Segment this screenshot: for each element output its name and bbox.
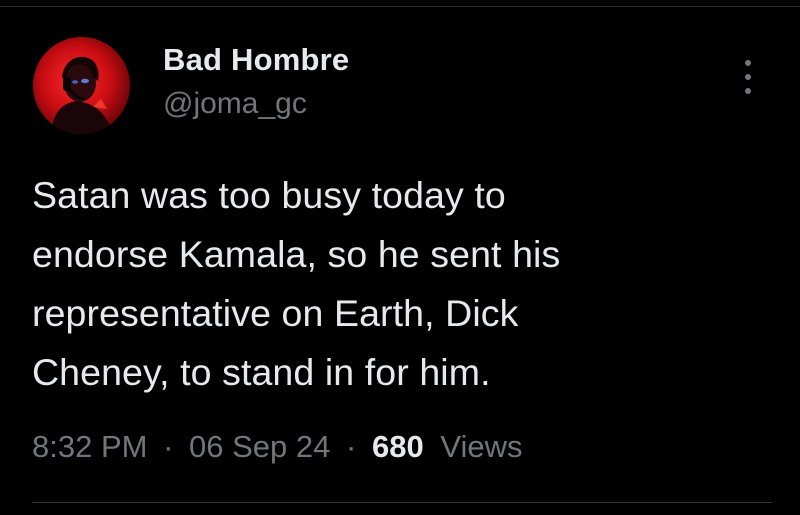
meta-separator: · bbox=[346, 429, 357, 464]
profile-avatar-icon bbox=[51, 56, 113, 134]
bottom-divider bbox=[32, 502, 772, 503]
author-handle[interactable]: @joma_gc bbox=[163, 87, 307, 121]
more-options-icon-dot bbox=[745, 74, 751, 80]
tweet-text-line: endorse Kamala, so he sent his bbox=[32, 233, 561, 275]
meta-separator: · bbox=[163, 429, 174, 464]
author-display-name[interactable]: Bad Hombre bbox=[163, 42, 349, 78]
tweet-time[interactable]: 8:32 PM bbox=[32, 429, 147, 464]
tweet-text-line: Satan was too busy today to bbox=[32, 174, 506, 216]
tweet-text-line: Cheney, to stand in for him. bbox=[32, 351, 491, 393]
more-options-icon bbox=[745, 60, 751, 66]
top-divider bbox=[0, 6, 800, 7]
tweet-card: Bad Hombre @joma_gc Satan was too busy t… bbox=[0, 0, 800, 515]
views-label[interactable]: Views bbox=[440, 429, 522, 464]
more-options-button[interactable] bbox=[733, 60, 763, 94]
tweet-date[interactable]: 06 Sep 24 bbox=[189, 429, 330, 464]
tweet-text: Satan was too busy today to endorse Kama… bbox=[32, 166, 752, 402]
tweet-text-line: representative on Earth, Dick bbox=[32, 292, 519, 334]
views-count[interactable]: 680 bbox=[372, 429, 424, 464]
tweet-meta: 8:32 PM · 06 Sep 24 · 680 Views bbox=[32, 429, 522, 465]
more-options-icon-dot bbox=[745, 88, 751, 94]
avatar[interactable] bbox=[33, 37, 130, 134]
